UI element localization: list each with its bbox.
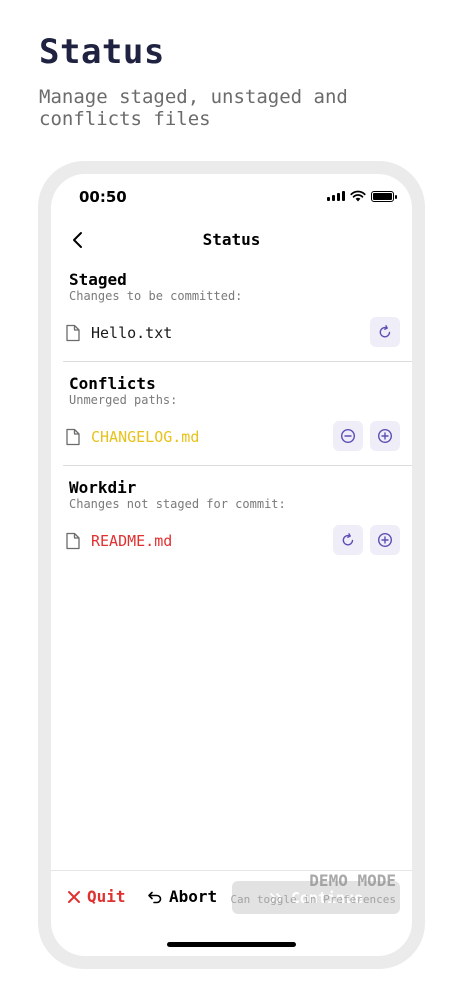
section-title-conflicts: Conflicts <box>69 374 156 393</box>
status-time: 00:50 <box>79 188 127 206</box>
revert-button[interactable] <box>370 317 400 347</box>
phone-screen: 00:50 Status Staged Changes to be commit… <box>51 174 412 956</box>
file-row[interactable]: CHANGELOG.md <box>51 421 412 453</box>
page-subheading: Manage staged, unstaged and conflicts fi… <box>39 86 348 130</box>
file-name: README.md <box>91 532 173 550</box>
stage-button[interactable] <box>370 525 400 555</box>
status-bar: 00:50 <box>51 174 412 220</box>
quit-button[interactable]: Quit <box>67 887 126 906</box>
section-title-staged: Staged <box>69 270 127 289</box>
unstage-button[interactable] <box>333 421 363 451</box>
undo-icon <box>148 891 162 903</box>
file-icon <box>66 532 80 550</box>
close-icon <box>68 890 80 903</box>
status-icons <box>327 190 397 202</box>
plus-circle-icon <box>377 532 393 548</box>
home-indicator <box>167 942 296 947</box>
file-name: Hello.txt <box>91 324 173 342</box>
revert-icon <box>342 533 354 546</box>
abort-button[interactable]: Abort <box>147 887 217 906</box>
wifi-icon <box>350 190 366 202</box>
divider <box>63 465 412 466</box>
page-heading: Status <box>39 32 165 72</box>
demo-mode-badge: DEMO MODE <box>309 871 396 890</box>
battery-icon <box>371 190 397 202</box>
section-title-workdir: Workdir <box>69 478 137 497</box>
section-subtitle-staged: Changes to be committed: <box>69 289 243 303</box>
section-subtitle-workdir: Changes not staged for commit: <box>69 497 286 511</box>
minus-circle-icon <box>340 428 356 444</box>
signal-icon <box>327 191 345 201</box>
file-icon <box>66 428 80 446</box>
file-row[interactable]: Hello.txt <box>51 317 412 349</box>
nav-title: Status <box>202 230 261 249</box>
revert-icon <box>379 325 391 338</box>
nav-bar: Status <box>51 224 412 256</box>
section-subtitle-conflicts: Unmerged paths: <box>69 393 178 407</box>
quit-label: Quit <box>87 887 126 906</box>
revert-button[interactable] <box>333 525 363 555</box>
file-row[interactable]: README.md <box>51 525 412 557</box>
abort-label: Abort <box>169 887 218 906</box>
demo-mode-hint: Can toggle in Preferences <box>230 893 396 906</box>
file-icon <box>66 324 80 342</box>
divider <box>63 361 412 362</box>
plus-circle-icon <box>377 428 393 444</box>
file-name: CHANGELOG.md <box>91 428 200 446</box>
stage-button[interactable] <box>370 421 400 451</box>
